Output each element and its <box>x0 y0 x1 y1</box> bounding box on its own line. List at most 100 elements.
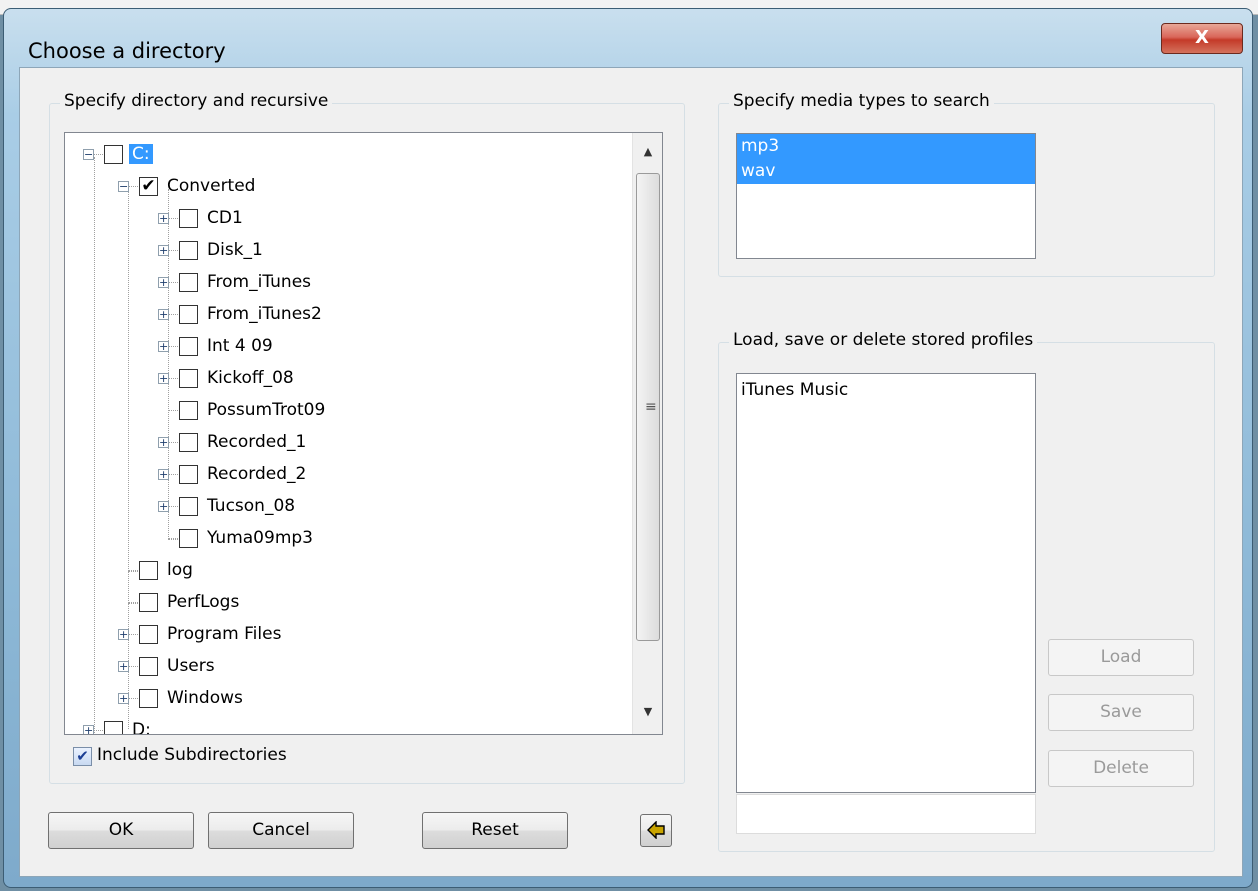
tree-node-label[interactable]: PossumTrot09 <box>204 400 328 420</box>
tree-node-label[interactable]: Program Files <box>164 624 284 644</box>
tree-node-checkbox[interactable] <box>179 304 198 324</box>
tree-node-checkbox[interactable] <box>179 432 198 452</box>
tree-node-checkbox[interactable] <box>139 656 158 676</box>
back-button[interactable] <box>640 814 672 847</box>
tree-connector <box>169 377 178 379</box>
expand-icon[interactable]: + <box>158 372 169 384</box>
tree-node-checkbox[interactable] <box>179 496 198 516</box>
tree-node-label[interactable]: Recorded_1 <box>204 432 309 452</box>
tree-node-checkbox[interactable] <box>139 624 158 644</box>
expand-icon[interactable]: + <box>158 468 169 480</box>
reset-button[interactable]: Reset <box>422 812 568 849</box>
profile-name-input[interactable] <box>736 794 1036 834</box>
tree-connector <box>129 633 138 635</box>
tree-node[interactable]: + Users <box>118 651 218 681</box>
tree-connector <box>169 441 178 443</box>
delete-button[interactable]: Delete <box>1048 750 1194 787</box>
tree-node-label[interactable]: Kickoff_08 <box>204 368 297 388</box>
expand-icon[interactable]: + <box>83 724 94 734</box>
tree-node-label[interactable]: Int 4 09 <box>204 336 276 356</box>
tree-node-checkbox[interactable] <box>104 144 123 164</box>
cancel-button[interactable]: Cancel <box>208 812 354 849</box>
scroll-up-arrow-icon[interactable]: ▲ <box>633 137 662 167</box>
tree-node-label[interactable]: Disk_1 <box>204 240 266 260</box>
tree-node[interactable]: − C: <box>83 139 153 169</box>
tree-node[interactable]: Yuma09mp3 <box>158 523 316 553</box>
load-button[interactable]: Load <box>1048 639 1194 676</box>
tree-node[interactable]: PerfLogs <box>118 587 242 617</box>
tree-node[interactable]: − ✔ Converted <box>118 171 258 201</box>
close-button[interactable]: X <box>1161 23 1243 54</box>
tree-node[interactable]: + Windows <box>118 683 246 713</box>
tree-node-checkbox[interactable] <box>179 464 198 484</box>
ok-button[interactable]: OK <box>48 812 194 849</box>
tree-node-label[interactable]: C: <box>129 144 153 164</box>
tree-node[interactable]: + Recorded_2 <box>158 459 309 489</box>
tree-node[interactable]: + Kickoff_08 <box>158 363 297 393</box>
expand-icon[interactable]: + <box>118 660 129 672</box>
tree-node[interactable]: + Disk_1 <box>158 235 266 265</box>
tree-node-checkbox[interactable] <box>179 336 198 356</box>
tree-connector <box>129 601 138 603</box>
tree-node[interactable]: + CD1 <box>158 203 246 233</box>
scroll-thumb[interactable]: ≡ <box>636 173 660 641</box>
tree-scrollbar[interactable]: ▲ ≡ ▼ <box>632 133 662 734</box>
tree-node-checkbox[interactable] <box>139 560 158 580</box>
include-subdirectories-checkbox[interactable]: ✔ <box>73 747 92 766</box>
collapse-icon[interactable]: − <box>118 180 129 192</box>
expand-icon[interactable]: + <box>158 276 169 288</box>
profile-item[interactable]: iTunes Music <box>737 378 1035 403</box>
tree-node-label[interactable]: From_iTunes <box>204 272 314 292</box>
expand-icon[interactable]: + <box>158 500 169 512</box>
tree-node-label[interactable]: Yuma09mp3 <box>204 528 316 548</box>
tree-node-label[interactable]: CD1 <box>204 208 246 228</box>
tree-node-checkbox[interactable] <box>139 592 158 612</box>
save-button[interactable]: Save <box>1048 694 1194 731</box>
scroll-down-arrow-icon[interactable]: ▼ <box>633 697 662 727</box>
tree-node-checkbox[interactable] <box>179 272 198 292</box>
expand-icon[interactable]: + <box>158 212 169 224</box>
include-subdirectories-label[interactable]: Include Subdirectories <box>97 745 287 765</box>
tree-node-checkbox[interactable] <box>179 528 198 548</box>
expand-icon[interactable]: + <box>158 244 169 256</box>
tree-connector <box>169 505 178 507</box>
tree-node[interactable]: PossumTrot09 <box>158 395 328 425</box>
collapse-icon[interactable]: − <box>83 148 94 160</box>
expand-icon[interactable]: + <box>158 436 169 448</box>
directory-tree[interactable]: − C: − ✔ Converted + CD1 + Disk_1 + From_iTunes + Fr… <box>64 132 663 735</box>
tree-node-label[interactable]: Windows <box>164 688 246 708</box>
tree-node-label[interactable]: Converted <box>164 176 258 196</box>
tree-node[interactable]: + D: <box>83 715 154 734</box>
expand-icon[interactable]: + <box>118 692 129 704</box>
tree-node-checkbox[interactable]: ✔ <box>139 176 158 196</box>
tree-node-checkbox[interactable] <box>139 688 158 708</box>
tree-node[interactable]: + Program Files <box>118 619 284 649</box>
tree-node-checkbox[interactable] <box>179 240 198 260</box>
profiles-list[interactable]: iTunes Music <box>736 373 1036 793</box>
expand-icon[interactable]: + <box>158 340 169 352</box>
tree-node-label[interactable]: Recorded_2 <box>204 464 309 484</box>
tree-node[interactable]: log <box>118 555 196 585</box>
media-type-item[interactable]: wav <box>737 159 1035 184</box>
tree-node-label[interactable]: From_iTunes2 <box>204 304 325 324</box>
tree-node[interactable]: + Recorded_1 <box>158 427 309 457</box>
tree-node[interactable]: + Tucson_08 <box>158 491 298 521</box>
tree-node-checkbox[interactable] <box>179 208 198 228</box>
tree-node-label[interactable]: PerfLogs <box>164 592 242 612</box>
tree-node-label[interactable]: D: <box>129 720 154 734</box>
tree-node-label[interactable]: log <box>164 560 196 580</box>
tree-node-checkbox[interactable] <box>104 720 123 734</box>
tree-node-label[interactable]: Users <box>164 656 218 676</box>
tree-node-label[interactable]: Tucson_08 <box>204 496 298 516</box>
tree-node-checkbox[interactable] <box>179 368 198 388</box>
tree-connector <box>129 665 138 667</box>
expand-icon[interactable]: + <box>118 628 129 640</box>
tree-node[interactable]: + Int 4 09 <box>158 331 276 361</box>
tree-node[interactable]: + From_iTunes <box>158 267 314 297</box>
tree-node[interactable]: + From_iTunes2 <box>158 299 325 329</box>
tree-node-checkbox[interactable] <box>179 400 198 420</box>
media-types-list[interactable]: mp3 wav <box>736 133 1036 259</box>
expand-icon[interactable]: + <box>158 308 169 320</box>
media-type-item[interactable]: mp3 <box>737 134 1035 159</box>
